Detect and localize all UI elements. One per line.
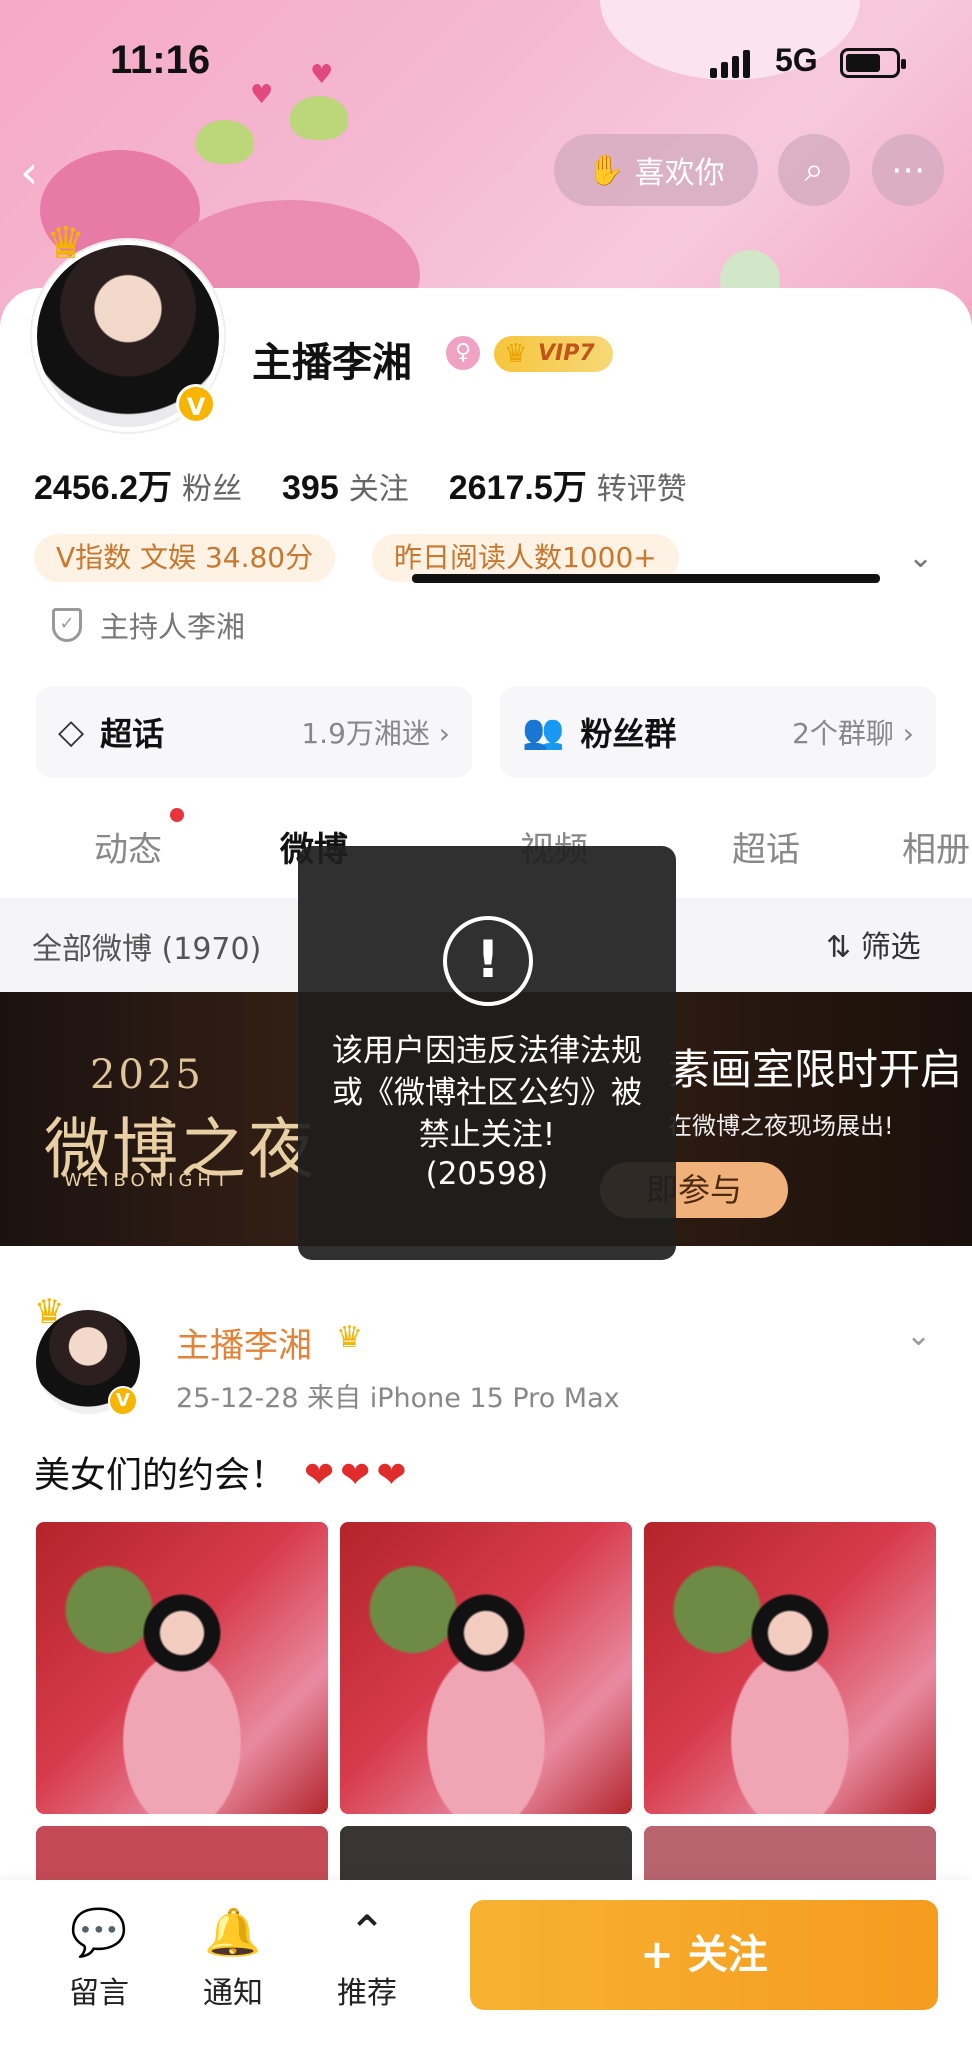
post-photo[interactable]	[644, 1826, 936, 1886]
message-icon: 💬	[70, 1905, 128, 1959]
more-icon: ⋯	[891, 150, 925, 190]
vip-badge[interactable]: VIP7	[494, 336, 613, 372]
post-meta: 25-12-28 来自 iPhone 15 Pro Max	[176, 1383, 620, 1414]
back-icon[interactable]: ‹	[20, 149, 64, 195]
stat-label: 粉丝	[182, 472, 242, 507]
toast-message: 该用户因违反法律法规或《微博社区公约》被禁止关注!	[332, 1033, 642, 1153]
post-photo[interactable]	[36, 1826, 328, 1886]
status-time: 11:16	[110, 38, 211, 82]
filter-button[interactable]: ⇅ 筛选	[826, 922, 921, 966]
fan-group-sub: 2个群聊 ›	[792, 717, 914, 750]
chevron-down-icon[interactable]: ⌄	[906, 1318, 931, 1353]
fan-group-entry[interactable]: 👥 粉丝群 2个群聊 ›	[500, 686, 936, 778]
tab-album[interactable]: 相册	[902, 822, 970, 871]
post-author[interactable]: 主播李湘	[176, 1318, 312, 1367]
post-photo[interactable]	[36, 1522, 328, 1814]
all-weibo-label[interactable]: 全部微博 (1970)	[32, 924, 261, 968]
post-photo[interactable]	[644, 1522, 936, 1814]
users-icon: 👥	[522, 712, 565, 752]
fan-group-title: 粉丝群	[580, 715, 677, 753]
stat-num: 395	[282, 469, 339, 507]
bottom-action-bar: 💬 留言 🔔 通知 ⌃ 推荐 + 关注	[0, 1880, 972, 2048]
error-toast: ! 该用户因违反法律法规或《微博社区公约》被禁止关注! (20598)	[298, 846, 676, 1260]
verified-badge-icon: V	[108, 1386, 138, 1416]
notify-label: 通知	[203, 1976, 263, 2011]
chevron-down-icon[interactable]: ⌄	[908, 540, 933, 575]
bird-decoration	[290, 96, 348, 140]
filter-icon: ⇅	[826, 930, 852, 965]
post-photo[interactable]	[340, 1522, 632, 1814]
message-label: 留言	[69, 1976, 129, 2011]
message-button[interactable]: 💬 留言	[54, 1902, 144, 2012]
like-label: 喜欢你	[634, 156, 725, 191]
redaction-line	[412, 574, 880, 583]
ad-en: WEIBONIGHT	[64, 1170, 232, 1191]
host-label: 主持人李湘	[100, 610, 246, 644]
post-text: 美女们的约会！ ❤❤❤	[34, 1446, 413, 1498]
like-button[interactable]: ✋ 喜欢你	[554, 134, 758, 206]
tab-dynamic[interactable]: 动态	[94, 822, 162, 871]
ad-year: 2025	[90, 1052, 204, 1098]
stat-label: 转评赞	[596, 472, 687, 507]
super-topic-entry[interactable]: ◇ 超话 1.9万湘迷 ›	[36, 686, 472, 778]
bird-decoration	[196, 120, 254, 164]
pin-icon: ♀	[446, 336, 480, 370]
crown-icon: ♛	[46, 218, 86, 269]
stat-interactions[interactable]: 2617.5万 转评赞	[449, 460, 687, 509]
exclamation-icon: !	[443, 916, 533, 1006]
network-label: 5G	[775, 42, 818, 78]
super-topic-sub: 1.9万湘迷 ›	[301, 717, 450, 750]
ad-right-title: 素画室限时开启	[668, 1045, 963, 1094]
diamond-icon: ◇	[58, 712, 85, 752]
recommend-button[interactable]: ⌃ 推荐	[322, 1902, 412, 2012]
signal-icon	[710, 50, 750, 78]
search-icon: ⌕	[804, 150, 824, 190]
more-button[interactable]: ⋯	[872, 134, 944, 206]
search-button[interactable]: ⌕	[778, 134, 850, 206]
notification-dot	[170, 808, 184, 822]
profile-stats: 2456.2万 粉丝 395 关注 2617.5万 转评赞	[34, 460, 687, 509]
status-bar: 11:16 5G	[0, 38, 972, 98]
battery-icon	[840, 48, 906, 78]
hand-icon: ✋	[587, 152, 625, 188]
toast-code: (20598)	[425, 1156, 549, 1192]
stat-fans[interactable]: 2456.2万 粉丝	[34, 460, 242, 509]
hearts-icon: ❤❤❤	[304, 1455, 413, 1496]
ad-right-sub: 在微博之夜现场展出!	[668, 1112, 894, 1140]
stat-num: 2456.2万	[34, 469, 172, 507]
post-photo[interactable]	[340, 1826, 632, 1886]
stat-following[interactable]: 395 关注	[282, 464, 409, 508]
filter-label: 筛选	[860, 930, 921, 965]
tab-super-topic[interactable]: 超话	[732, 822, 800, 871]
bell-icon: 🔔	[204, 1905, 262, 1959]
recommend-label: 推荐	[337, 1976, 397, 2011]
v-index-chip[interactable]: V指数 文娱 34.80分	[34, 534, 336, 582]
post-text-content: 美女们的约会！	[34, 1455, 287, 1496]
up-icon: ⌃	[347, 1905, 387, 1959]
stat-label: 关注	[348, 472, 409, 507]
host-info: ✓ 主持人李湘	[52, 604, 245, 646]
notify-button[interactable]: 🔔 通知	[188, 1902, 278, 2012]
verified-badge-icon: V	[176, 384, 216, 424]
super-topic-title: 超话	[100, 715, 165, 753]
shield-icon: ✓	[52, 608, 82, 642]
stat-num: 2617.5万	[448, 469, 587, 507]
profile-name: 主播李湘	[252, 340, 412, 386]
follow-button[interactable]: + 关注	[470, 1900, 938, 2010]
crown-icon: ♛	[336, 1320, 363, 1355]
